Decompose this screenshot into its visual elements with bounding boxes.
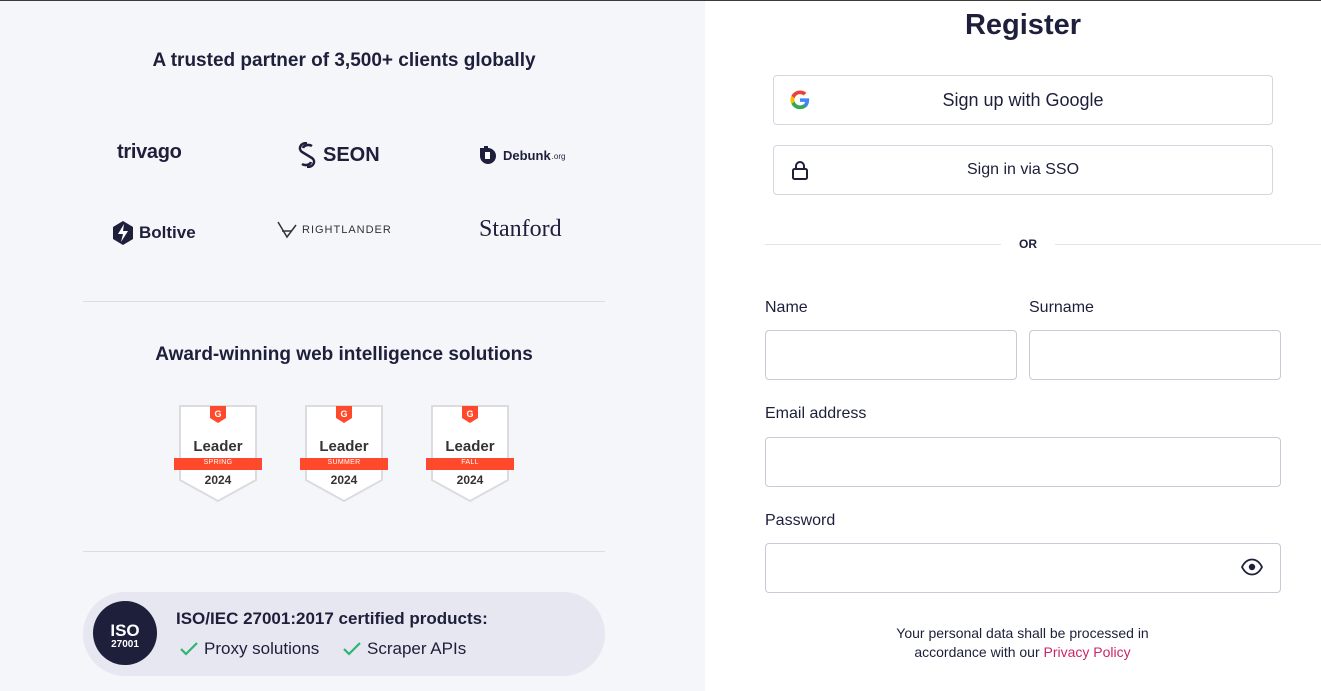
iso-certification-box: ISO 27001 ISO/IEC 27001:2017 certified p… — [83, 592, 605, 676]
badge-year: 2024 — [456, 473, 484, 487]
iso-seal-sub: 27001 — [111, 639, 139, 650]
iso-title: ISO/IEC 27001:2017 certified products: — [176, 609, 488, 628]
badge-title: Leader — [445, 438, 495, 455]
register-panel: Register Sign up with Google Sign in via… — [705, 1, 1321, 691]
debunk-logo-suffix: .org — [551, 152, 566, 161]
checkmark-icon — [343, 642, 361, 656]
iso-item-proxy: Proxy solutions — [180, 639, 319, 659]
trivago-logo: trivago — [117, 141, 182, 164]
google-signup-button[interactable]: Sign up with Google — [773, 75, 1273, 125]
google-button-label: Sign up with Google — [942, 90, 1104, 110]
debunk-icon — [480, 146, 496, 164]
g2-badge-spring: G Leader SPRING 2024 — [174, 404, 262, 504]
sso-signin-button[interactable]: Sign in via SSO — [773, 145, 1273, 195]
or-line-right — [1055, 244, 1321, 245]
name-label: Name — [765, 299, 808, 316]
trivago-logo-text: trivago — [117, 141, 182, 163]
svg-text:G: G — [214, 409, 221, 419]
badge-year: 2024 — [330, 473, 358, 487]
rightlander-logo-text: RIGHTLANDER — [302, 224, 392, 236]
surname-input[interactable] — [1029, 330, 1281, 380]
name-input[interactable] — [765, 330, 1017, 380]
svg-text:G: G — [466, 409, 473, 419]
rightlander-logo: RIGHTLANDER — [277, 221, 392, 239]
badge-season: SPRING — [203, 459, 233, 466]
email-label: Email address — [765, 405, 867, 422]
social-proof-panel: A trusted partner of 3,500+ clients glob… — [0, 1, 705, 691]
badge-season: SUMMER — [327, 459, 361, 466]
svg-text:G: G — [340, 409, 347, 419]
debunk-logo: Debunk .org — [476, 144, 565, 166]
badge-title: Leader — [319, 438, 369, 455]
or-separator: OR — [765, 237, 1321, 251]
stanford-logo: Stanford — [479, 216, 562, 243]
eye-icon[interactable] — [1241, 558, 1263, 576]
iso-seal-main: ISO — [110, 621, 140, 640]
surname-label: Surname — [1029, 299, 1094, 316]
boltive-logo: Boltive — [112, 220, 196, 246]
email-input[interactable] — [765, 437, 1281, 487]
stanford-logo-text: Stanford — [479, 216, 562, 242]
bolt-icon — [113, 221, 133, 245]
privacy-notice: Your personal data shall be processed in… — [865, 624, 1180, 662]
or-line-left — [765, 244, 1001, 245]
password-label: Password — [765, 512, 836, 529]
badge-title: Leader — [193, 438, 243, 455]
iso-item-label: Proxy solutions — [204, 639, 320, 658]
section-divider — [83, 551, 605, 552]
iso-item-label: Scraper APIs — [367, 639, 467, 658]
rightlander-icon — [277, 221, 297, 239]
privacy-policy-link[interactable]: Privacy Policy — [1044, 644, 1131, 660]
iso-seal-icon: ISO 27001 — [93, 601, 157, 665]
seon-logo: SEON — [296, 142, 380, 168]
or-text: OR — [1019, 237, 1037, 251]
checkmark-icon — [180, 642, 198, 656]
badge-season: FALL — [461, 459, 479, 466]
iso-item-scraper: Scraper APIs — [343, 639, 466, 659]
section-divider — [83, 301, 605, 302]
register-title: Register — [964, 9, 1082, 41]
password-input[interactable] — [765, 543, 1281, 593]
sso-button-label: Sign in via SSO — [966, 161, 1080, 178]
badge-year: 2024 — [204, 473, 232, 487]
trusted-partner-heading: A trusted partner of 3,500+ clients glob… — [152, 50, 536, 71]
boltive-logo-text: Boltive — [139, 223, 196, 242]
g2-badge-fall: G Leader FALL 2024 — [426, 404, 514, 504]
g2-badge-summer: G Leader SUMMER 2024 — [300, 404, 388, 504]
seon-logo-text: SEON — [323, 143, 380, 166]
debunk-logo-text: Debunk — [503, 147, 551, 163]
award-heading: Award-winning web intelligence solutions — [155, 344, 533, 365]
seon-icon — [298, 142, 316, 168]
